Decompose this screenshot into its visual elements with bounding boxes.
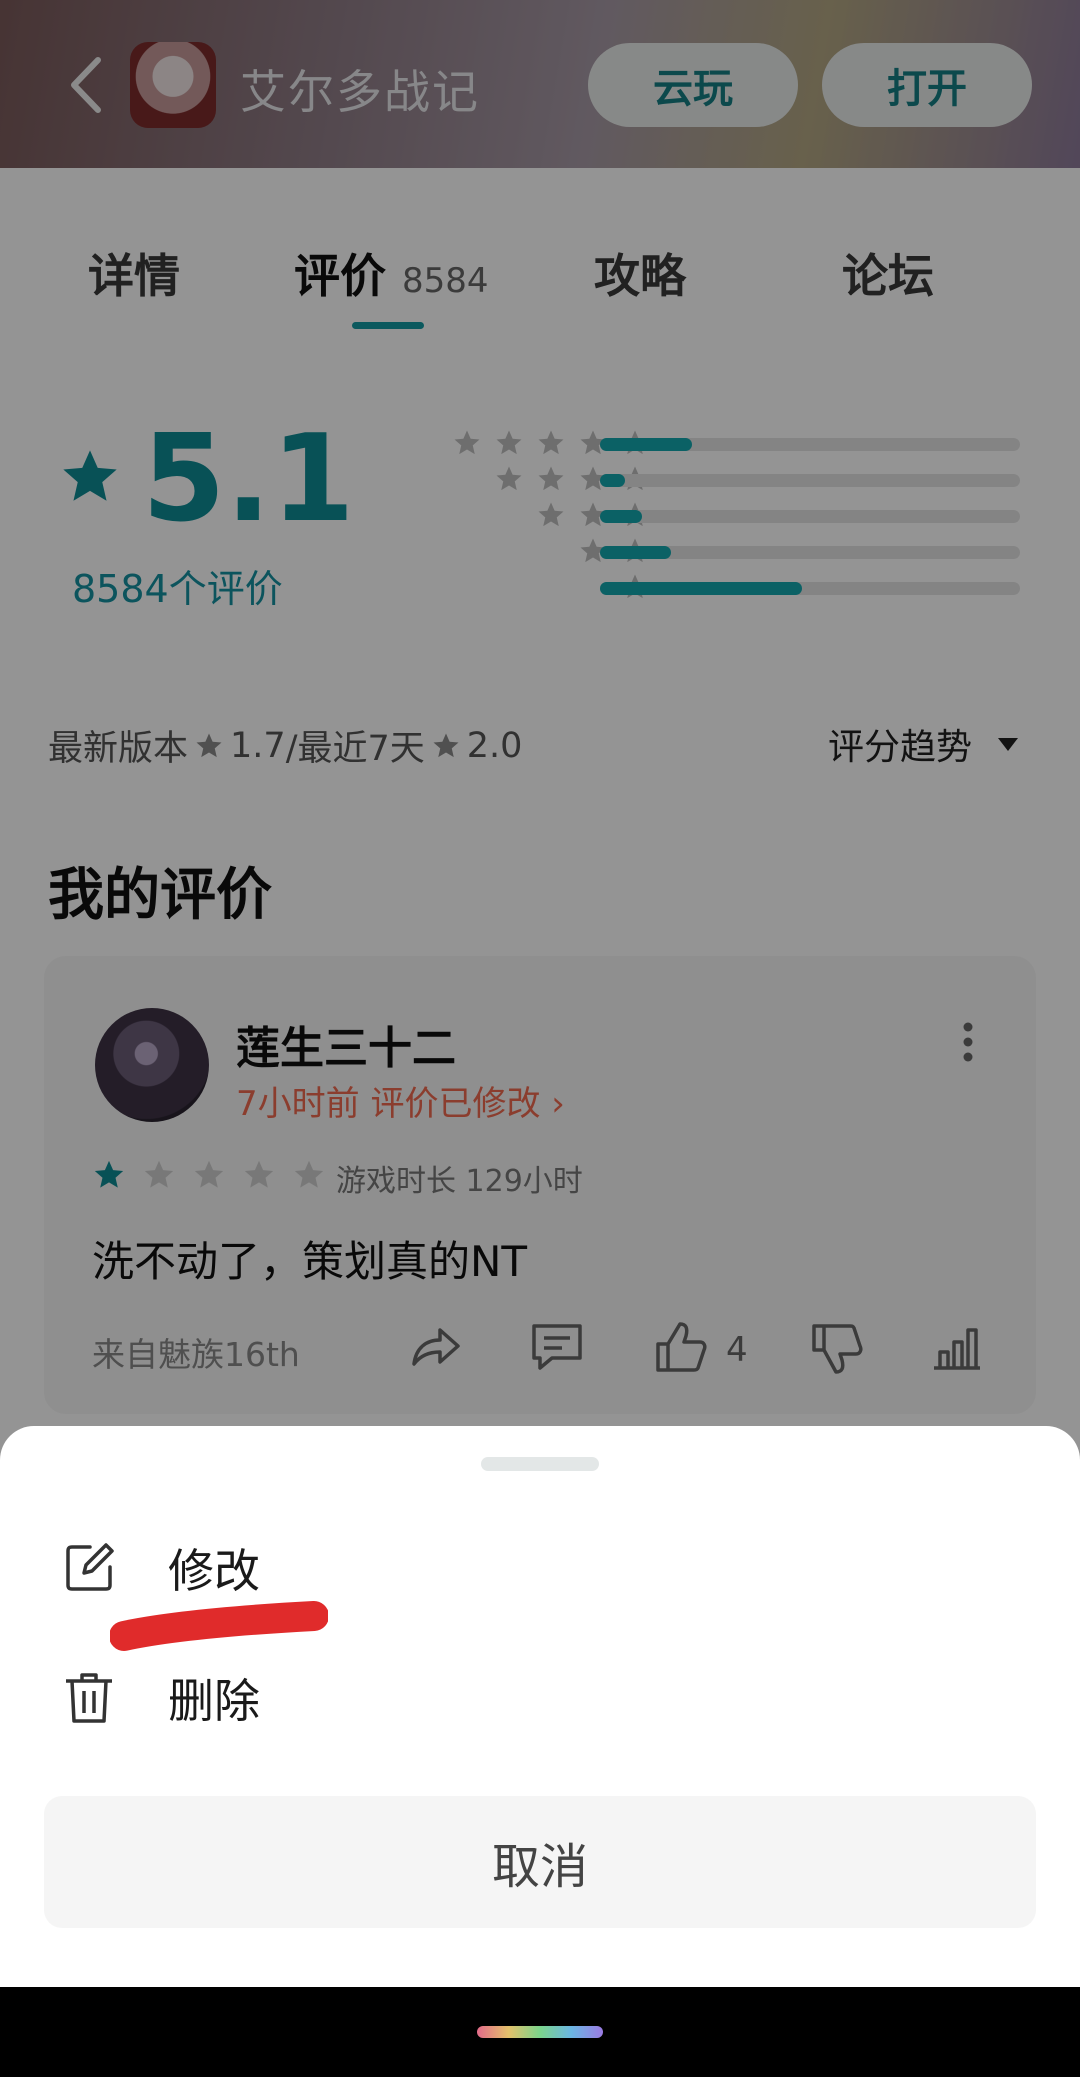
cancel-button[interactable]: 取消 [44,1796,1036,1928]
edit-label: 修改 [168,1544,260,1598]
red-annotation-stroke [110,1601,328,1651]
sheet-drag-handle[interactable] [481,1457,599,1471]
delete-label: 删除 [168,1674,260,1728]
delete-menu-item[interactable]: 删除 [60,1658,560,1738]
edit-icon [66,1543,114,1591]
home-indicator[interactable] [477,2026,603,2038]
trash-icon [66,1673,112,1723]
